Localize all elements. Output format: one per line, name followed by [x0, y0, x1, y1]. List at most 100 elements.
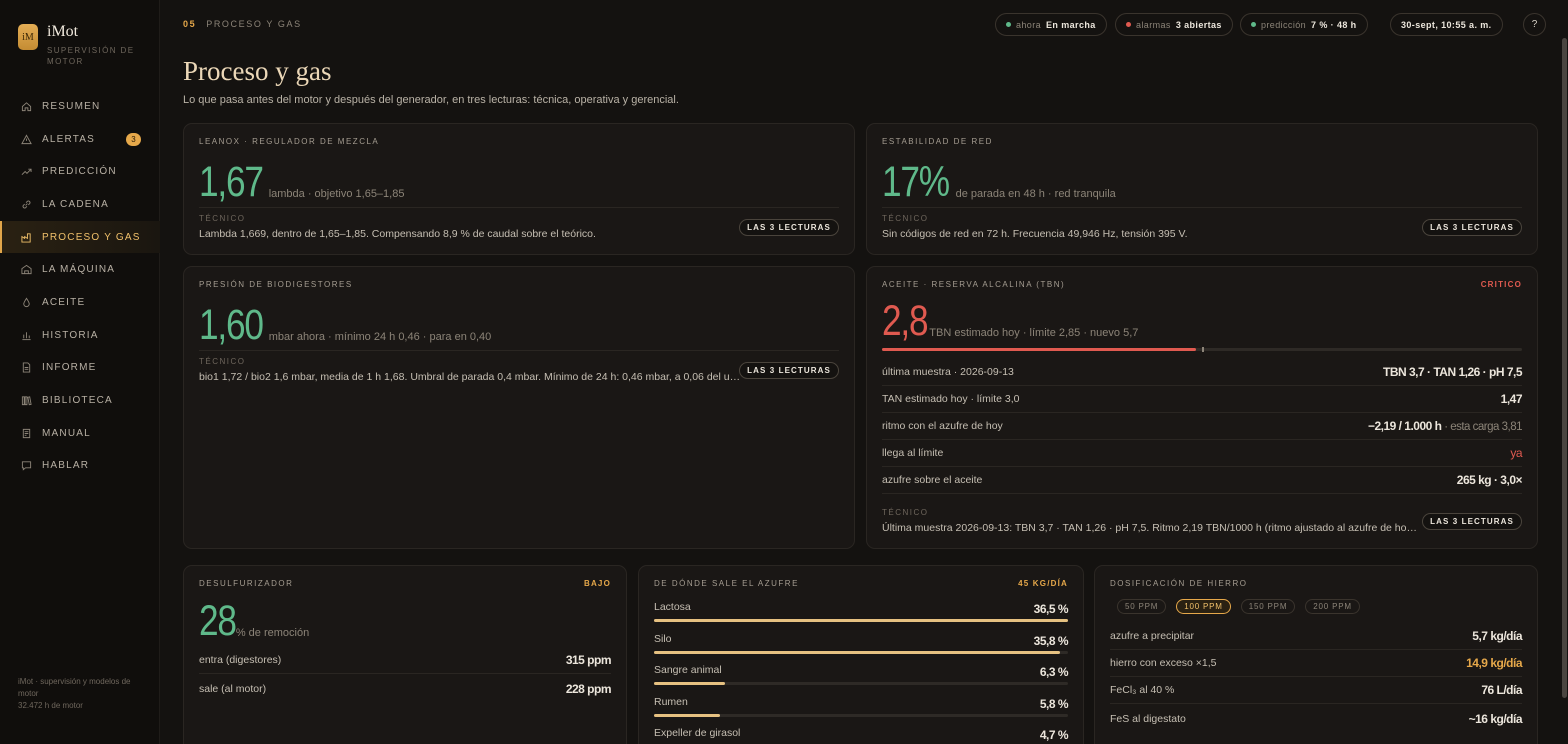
- metric-value: 1,67: [199, 158, 264, 206]
- status-badge: CRITICO: [1480, 280, 1522, 289]
- ppm-option-50[interactable]: 50 PPM: [1117, 599, 1167, 614]
- azufre-source-name: Expeller de girasol: [654, 727, 741, 739]
- tec-text: Lambda 1,669, dentro de 1,65–1,85. Compe…: [199, 228, 596, 240]
- metric-value: 17%: [882, 158, 950, 206]
- datetime-pill[interactable]: 30-sept, 10:55 a. m.: [1390, 13, 1503, 36]
- drop-icon: [20, 296, 32, 308]
- ppm-option-200[interactable]: 200 PPM: [1305, 599, 1360, 614]
- sidebar-item-label: RESUMEN: [42, 100, 101, 112]
- sidebar-item-label: HABLAR: [42, 460, 90, 472]
- metric-label: % de remoción: [235, 627, 310, 639]
- sidebar-item-label: LA CADENA: [42, 198, 109, 210]
- metric-label: de parada en 48 h · red tranquila: [955, 188, 1116, 200]
- azufre-source-name: Lactosa: [654, 601, 691, 613]
- warning-icon: [20, 133, 32, 145]
- page-subtitle: Lo que pasa antes del motor y después de…: [183, 94, 679, 106]
- divider: [199, 207, 839, 208]
- tec-text: Sin códigos de red en 72 h. Frecuencia 4…: [882, 228, 1188, 240]
- alert-count-badge: 3: [126, 132, 141, 146]
- azufre-source-name: Sangre animal: [654, 664, 722, 676]
- home-icon: [20, 100, 32, 112]
- link-icon: [20, 198, 32, 210]
- status-pill-ahora[interactable]: ahora En marcha: [995, 13, 1107, 36]
- card-title: PRESIÓN DE BIODIGESTORES: [199, 280, 353, 289]
- azufre-bar-track: [654, 619, 1068, 622]
- metric-value: 2,8: [882, 297, 929, 345]
- book-icon: [20, 427, 32, 439]
- tec-text: bio1 1,72 / bio2 1,6 mbar, media de 1 h …: [199, 371, 741, 383]
- sidebar-item-label: LA MÁQUINA: [42, 264, 116, 276]
- bar-chart-icon: [20, 329, 32, 341]
- status-badge: BAJO: [583, 579, 611, 588]
- oil-row: azufre sobre el aceite 265 kg · 3,0×: [882, 467, 1523, 494]
- hierro-row: azufre a precipitar 5,7 kg/día: [1110, 623, 1522, 650]
- azufre-bar-fill: [654, 619, 1068, 622]
- status-dot-icon: [1126, 22, 1131, 27]
- sidebar-item-historia[interactable]: HISTORIA: [0, 319, 160, 352]
- tres-lecturas-button[interactable]: LAS 3 LECTURAS: [1422, 513, 1522, 530]
- sidebar-item-label: ACEITE: [42, 296, 86, 308]
- card-aceite-tbn: ACEITE · RESERVA ALCALINA (TBN) CRITICO …: [866, 266, 1538, 549]
- tres-lecturas-button[interactable]: LAS 3 LECTURAS: [739, 219, 839, 236]
- tec-label: TÉCNICO: [199, 357, 246, 366]
- azufre-bar-track: [654, 650, 1068, 654]
- sidebar-item-hablar[interactable]: HABLAR: [0, 450, 160, 483]
- brand[interactable]: iM iMot SUPERVISIÓN DE MOTOR: [18, 24, 137, 67]
- topbar: 05 PROCESO Y GAS ahora En marcha alarmas 3 …: [183, 13, 1546, 36]
- sidebar-item-prediccion[interactable]: PREDICCIÓN: [0, 155, 160, 188]
- azufre-source-item: Sangre animal 6,3 %: [654, 664, 1069, 692]
- trend-icon: [20, 166, 32, 178]
- sidebar-item-manual[interactable]: MANUAL: [0, 417, 160, 450]
- tbn-limit-marker: [1202, 347, 1204, 352]
- azufre-source-item: Expeller de girasol 4,7 %: [654, 727, 1069, 744]
- sidebar: iM iMot SUPERVISIÓN DE MOTOR RESUMEN ALE…: [0, 0, 160, 744]
- sidebar-item-label: INFORME: [42, 362, 97, 374]
- sidebar-item-biblioteca[interactable]: BIBLIOTECA: [0, 384, 160, 417]
- sidebar-item-label: MANUAL: [42, 427, 91, 439]
- status-pill-alarmas[interactable]: alarmas 3 abiertas: [1115, 13, 1233, 36]
- sidebar-item-label: HISTORIA: [42, 329, 99, 341]
- azufre-bar-fill: [654, 682, 726, 685]
- sidebar-item-la-maquina[interactable]: LA MÁQUINA: [0, 253, 160, 286]
- status-pill-prediccion[interactable]: predicción 7 % · 48 h: [1240, 13, 1368, 36]
- metric-value: 1,60: [199, 301, 264, 349]
- sidebar-item-la-cadena[interactable]: LA CADENA: [0, 188, 160, 221]
- tbn-progress-fill: [882, 348, 1196, 351]
- sidebar-item-proceso-y-gas[interactable]: PROCESO Y GAS: [0, 220, 160, 254]
- azufre-source-item: Lactosa 36,5 %: [654, 601, 1069, 629]
- azufre-source-item: Rumen 5,8 %: [654, 695, 1069, 724]
- status-badge: 45 KG/DÍA: [1018, 579, 1068, 588]
- tres-lecturas-button[interactable]: LAS 3 LECTURAS: [739, 362, 839, 379]
- scrollbar[interactable]: [1562, 38, 1567, 698]
- desulf-row: entra (digestores) 315 ppm: [199, 647, 612, 674]
- help-button[interactable]: ?: [1523, 13, 1546, 36]
- sidebar-item-alertas[interactable]: ALERTAS 3: [0, 123, 160, 156]
- sidebar-footer: iMot · supervisión y modelos de motor 32…: [18, 676, 148, 712]
- metric-value: 28: [199, 597, 237, 645]
- metric-label: mbar ahora · mínimo 24 h 0,46 · para en …: [268, 331, 492, 343]
- ppm-option-100[interactable]: 100 PPM: [1176, 599, 1231, 614]
- azufre-source-name: Rumen: [654, 695, 688, 708]
- logo-icon: iM: [18, 24, 38, 50]
- app-window: iM iMot SUPERVISIÓN DE MOTOR RESUMEN ALE…: [0, 0, 1568, 744]
- metric: 17% de parada en 48 h · red tranquila: [882, 158, 1116, 206]
- breadcrumb: 05 PROCESO Y GAS: [183, 19, 302, 29]
- card-leanox: LEANOX · REGULADOR DE MEZCLA 1,67 lambda …: [183, 123, 855, 255]
- azufre-source-name: Silo: [654, 632, 672, 645]
- azufre-source-pct: 35,8 %: [1033, 633, 1069, 648]
- card-presion-biodigestores: PRESIÓN DE BIODIGESTORES 1,60 mbar ahora …: [183, 266, 855, 549]
- tbn-progress-bar: [882, 347, 1522, 352]
- tres-lecturas-button[interactable]: LAS 3 LECTURAS: [1422, 219, 1522, 236]
- metric: 2,8 TBN estimado hoy · límite 2,85 · nuev…: [882, 297, 1138, 345]
- tec-label: TÉCNICO: [199, 214, 246, 223]
- sidebar-item-resumen[interactable]: RESUMEN: [0, 90, 160, 123]
- sidebar-item-label: ALERTAS: [42, 133, 96, 145]
- status-dot-icon: [1006, 22, 1011, 27]
- sidebar-item-aceite[interactable]: ACEITE: [0, 286, 160, 319]
- metric: 1,60 mbar ahora · mínimo 24 h 0,46 · para…: [199, 301, 492, 349]
- library-icon: [20, 395, 32, 407]
- ppm-option-150[interactable]: 150 PPM: [1240, 599, 1296, 614]
- azufre-source-pct: 36,5 %: [1033, 602, 1069, 616]
- divider: [882, 207, 1522, 208]
- sidebar-item-informe[interactable]: INFORME: [0, 352, 160, 385]
